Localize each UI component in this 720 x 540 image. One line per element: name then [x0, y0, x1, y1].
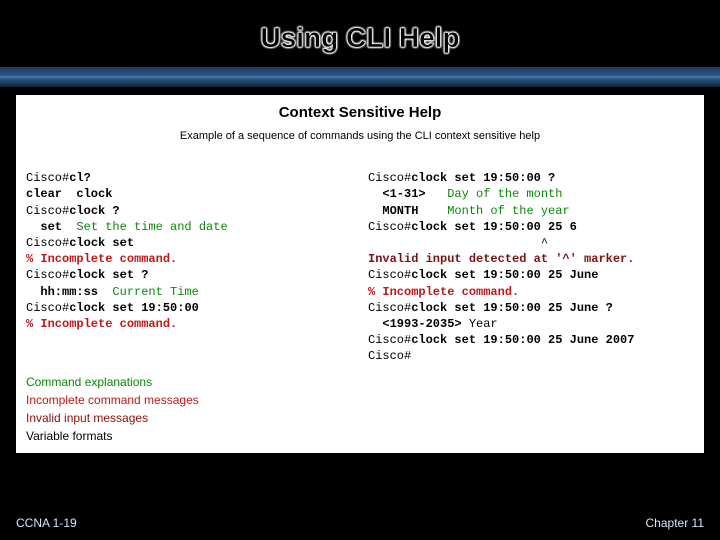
legend-explanations: Command explanations — [26, 373, 694, 391]
prompt: Cisco# — [368, 220, 411, 234]
footer-right: Chapter 11 — [646, 516, 704, 530]
panel-subheading: Example of a sequence of commands using … — [26, 129, 694, 144]
prompt: Cisco# — [26, 204, 69, 218]
desc: Set the time and date — [62, 220, 228, 234]
legend-incomplete: Incomplete command messages — [26, 391, 694, 409]
cmd: clock ? — [69, 204, 119, 218]
prompt: Cisco# — [368, 301, 411, 315]
footer: CCNA 1-19 Chapter 11 — [0, 516, 720, 530]
key: <1993-2035> — [368, 317, 462, 331]
gradient-bar — [0, 67, 720, 87]
cmd: clock set 19:50:00 — [69, 301, 199, 315]
cmd: clock set 19:50:00 ? — [411, 171, 555, 185]
columns: Cisco#cl? clear clock Cisco#clock ? set … — [26, 154, 694, 364]
desc: Current Time — [98, 285, 199, 299]
caret: ^ — [368, 236, 548, 250]
cmd: clock set ? — [69, 268, 148, 282]
desc: Month of the year — [418, 204, 569, 218]
cmd: clock set 19:50:00 25 June — [411, 268, 598, 282]
error: % Incomplete command. — [26, 317, 177, 331]
key: hh:mm:ss — [26, 285, 98, 299]
error: % Incomplete command. — [26, 252, 177, 266]
prompt: Cisco# — [26, 236, 69, 250]
content-panel: Context Sensitive Help Example of a sequ… — [16, 95, 704, 453]
key: MONTH — [368, 204, 418, 218]
legend-invalid: Invalid input messages — [26, 409, 694, 427]
right-column: Cisco#clock set 19:50:00 ? <1-31> Day of… — [368, 154, 694, 364]
left-column: Cisco#cl? clear clock Cisco#clock ? set … — [26, 154, 352, 364]
cmd: clock set — [69, 236, 134, 250]
legend: Command explanations Incomplete command … — [26, 373, 694, 445]
prompt: Cisco# — [368, 333, 411, 347]
error: % Incomplete command. — [368, 285, 519, 299]
key: set — [26, 220, 62, 234]
prompt: Cisco# — [368, 171, 411, 185]
invalid: Invalid input detected at '^' marker. — [368, 252, 634, 266]
legend-variable: Variable formats — [26, 427, 694, 445]
footer-left: CCNA 1-19 — [16, 516, 77, 530]
prompt: Cisco# — [26, 171, 69, 185]
prompt: Cisco# — [368, 268, 411, 282]
title-area: Using CLI Help — [0, 0, 720, 57]
output: clear clock — [26, 187, 112, 201]
key: <1-31> — [368, 187, 426, 201]
cmd: clock set 19:50:00 25 June ? — [411, 301, 613, 315]
desc: Year — [462, 317, 498, 331]
panel-heading: Context Sensitive Help — [26, 103, 694, 123]
prompt: Cisco# — [368, 349, 411, 363]
cmd: clock set 19:50:00 25 6 — [411, 220, 577, 234]
slide-title: Using CLI Help — [260, 22, 459, 57]
desc: Day of the month — [426, 187, 563, 201]
prompt: Cisco# — [26, 301, 69, 315]
cmd: cl? — [69, 171, 91, 185]
cmd: clock set 19:50:00 25 June 2007 — [411, 333, 634, 347]
prompt: Cisco# — [26, 268, 69, 282]
